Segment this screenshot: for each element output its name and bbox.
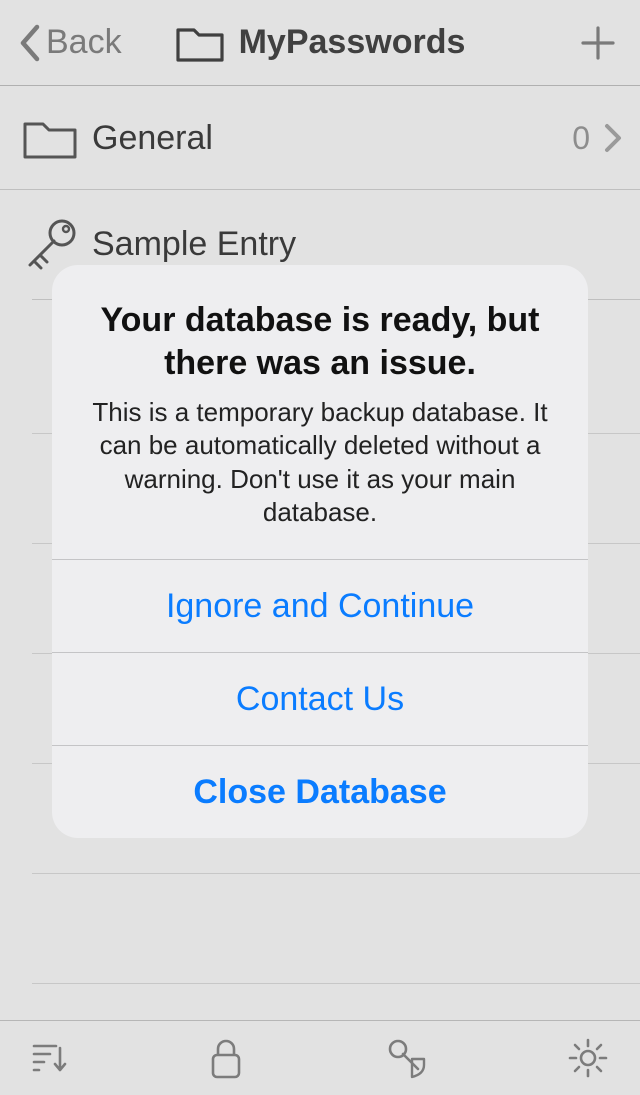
alert-ignore-button[interactable]: Ignore and Continue	[52, 559, 588, 652]
alert-contact-button[interactable]: Contact Us	[52, 652, 588, 745]
alert-dialog: Your database is ready, but there was an…	[52, 265, 588, 838]
alert-message: This is a temporary backup database. It …	[78, 396, 562, 529]
alert-overlay: Your database is ready, but there was an…	[0, 0, 640, 1095]
alert-title: Your database is ready, but there was an…	[78, 299, 562, 384]
alert-close-button[interactable]: Close Database	[52, 745, 588, 838]
